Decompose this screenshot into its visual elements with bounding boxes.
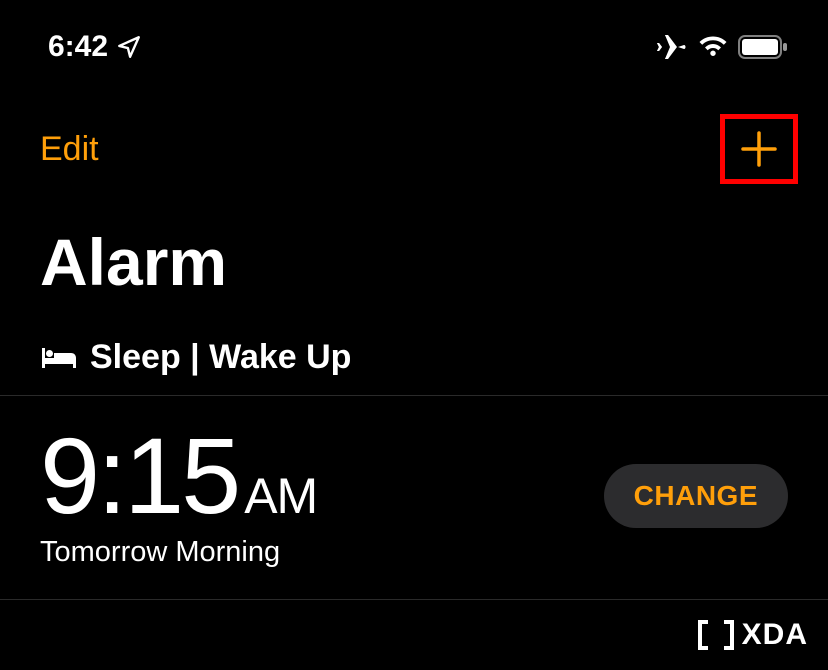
status-time: 6:42	[48, 30, 108, 64]
status-bar: 6:42	[0, 0, 828, 84]
xda-logo-icon	[698, 620, 734, 650]
nav-bar: Edit	[0, 84, 828, 194]
status-left: 6:42	[48, 30, 142, 64]
wifi-icon	[698, 36, 728, 58]
bed-icon	[40, 344, 78, 372]
change-button[interactable]: CHANGE	[604, 464, 788, 528]
alarm-time-line: 9:15 AM	[40, 422, 317, 530]
airplane-icon	[656, 33, 688, 61]
section-title: Sleep | Wake Up	[90, 338, 351, 377]
alarm-row: 9:15 AM Tomorrow Morning CHANGE	[0, 396, 828, 600]
location-icon	[116, 34, 142, 60]
section-header-sleep: Sleep | Wake Up	[0, 300, 828, 396]
edit-button[interactable]: Edit	[40, 130, 99, 169]
watermark: XDA	[698, 618, 808, 652]
page-title: Alarm	[0, 194, 828, 300]
watermark-text: XDA	[742, 618, 808, 652]
plus-icon	[737, 127, 781, 171]
alarm-time-block: 9:15 AM Tomorrow Morning	[40, 422, 317, 569]
status-right	[656, 33, 788, 61]
alarm-period: AM	[244, 467, 317, 525]
add-button-highlight[interactable]	[720, 114, 798, 184]
add-button[interactable]	[737, 127, 781, 171]
alarm-time: 9:15	[40, 422, 238, 530]
battery-icon	[738, 35, 788, 59]
alarm-subtitle: Tomorrow Morning	[40, 536, 317, 569]
